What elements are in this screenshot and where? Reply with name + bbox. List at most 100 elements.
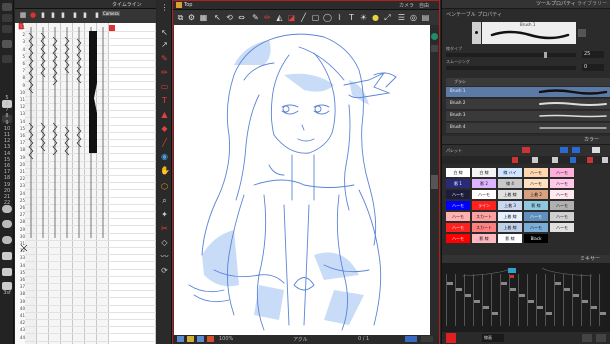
column-icon[interactable]: ▮ (71, 11, 79, 19)
step-icon[interactable] (2, 236, 12, 244)
width-slider[interactable] (446, 52, 576, 58)
text-tool-icon[interactable]: T (347, 13, 356, 22)
brush-preset-row[interactable]: Brush 4 (446, 123, 610, 134)
brush-icon[interactable]: ✎ (160, 54, 169, 63)
brush-dot[interactable] (472, 22, 481, 44)
smoothing-slider[interactable] (446, 66, 576, 70)
camera-column-header[interactable]: Camera (102, 11, 120, 16)
camera-toggle-icon[interactable] (431, 33, 438, 40)
onion-icon[interactable] (187, 336, 194, 342)
mixer-tab[interactable]: ミキサー (580, 255, 600, 264)
transform-view-icon[interactable]: ⤢ (383, 13, 392, 22)
line-icon[interactable]: ╱ (160, 138, 169, 147)
column-icon[interactable]: ▮ (93, 11, 101, 19)
colour-swatch[interactable]: 上着 2 (524, 190, 548, 199)
colour-swatch[interactable]: 上着 3 (498, 201, 522, 210)
pencil-icon[interactable]: ✏ (263, 13, 272, 22)
brush-list-header[interactable]: ブラシ (446, 78, 610, 86)
view-tab-label[interactable]: Top (184, 2, 192, 8)
hand-icon[interactable]: ✋ (160, 166, 170, 175)
ink-icon[interactable]: ◆ (160, 124, 169, 133)
transform-icon[interactable]: ⬡ (160, 182, 169, 191)
polyline-icon[interactable]: ⌇ (335, 13, 344, 22)
colour-swatch[interactable]: スカート (472, 212, 496, 221)
colour-swatch[interactable]: 線 ハイ (498, 168, 522, 177)
fill-icon[interactable]: ◭ (275, 13, 284, 22)
colour-swatch[interactable]: 影 線 (524, 201, 548, 210)
line-icon[interactable]: ╱ (299, 13, 308, 22)
current-colour-swatch[interactable] (446, 333, 456, 343)
colour-swatch[interactable]: ハーモ (524, 179, 548, 188)
settings-icon[interactable] (431, 45, 438, 52)
tool-properties-tab[interactable]: ツールプロパティ (536, 0, 576, 9)
colour-swatch[interactable]: ハーモ (446, 234, 470, 243)
colour-swatch[interactable]: ハーモ (472, 190, 496, 199)
colour-tab[interactable]: カラー (584, 136, 599, 145)
pencil-icon[interactable]: ✏ (160, 68, 169, 77)
drop-icon[interactable] (2, 252, 12, 260)
menu-icon[interactable] (2, 3, 12, 11)
colour-swatch[interactable]: 影 2 (472, 179, 496, 188)
palette-red-icon[interactable] (522, 147, 530, 153)
brush-options-icon[interactable] (578, 29, 586, 37)
perspective-icon[interactable]: ◇ (160, 238, 169, 247)
colour-swatch[interactable]: 影 線 (472, 234, 496, 243)
pause-icon[interactable] (2, 220, 12, 228)
shape-icon[interactable]: ▢ (311, 13, 320, 22)
brush-preview[interactable]: Brush 1 (482, 22, 576, 44)
mixer-option-icon[interactable] (596, 334, 606, 342)
colour-swatch[interactable]: 影 線 (498, 234, 522, 243)
cutter-icon[interactable]: ✂ (160, 224, 169, 233)
colour-swatch[interactable]: ハーモ (550, 190, 574, 199)
colour-swatch[interactable]: Black (524, 234, 548, 243)
colour-swatch[interactable]: スカート (472, 223, 496, 232)
swatch-tool-icon[interactable] (552, 157, 558, 163)
layer-name-field[interactable]: 線画 (482, 334, 504, 342)
pen-toggle-icon[interactable] (207, 336, 214, 342)
camera-tab[interactable]: カメラ (399, 2, 414, 9)
colour-swatch[interactable]: ハーモ (550, 223, 574, 232)
loop-icon[interactable] (2, 55, 12, 63)
rotate-view-icon[interactable]: ⟲ (225, 13, 234, 22)
drawing-canvas[interactable] (174, 25, 430, 335)
view-options-icon[interactable]: ▤ (421, 13, 430, 22)
drawing-view-button[interactable] (421, 336, 433, 342)
colour-swatch[interactable]: ハーモ (524, 168, 548, 177)
record-icon[interactable]: ● (29, 11, 37, 19)
colour-swatch[interactable]: 白 線 (446, 168, 470, 177)
column-icon[interactable]: ▮ (39, 11, 47, 19)
swatch-tool-icon[interactable] (602, 157, 608, 163)
select-arrow-icon[interactable]: ↖ (160, 28, 169, 37)
swatch-tool-icon[interactable] (570, 157, 576, 163)
colour-swatch[interactable]: ハーモ (524, 212, 548, 221)
stop-icon[interactable] (2, 25, 12, 33)
mixer-option-icon[interactable] (582, 334, 592, 342)
view-mode-icon[interactable] (177, 336, 184, 342)
width-value[interactable]: 25 (582, 51, 604, 58)
expand-icon[interactable]: ⋮ (160, 3, 169, 12)
brush-preset-row[interactable]: Brush 3 (446, 111, 610, 122)
text-icon[interactable]: T (160, 96, 169, 105)
camera-view-button[interactable] (405, 336, 417, 342)
palette-remove-icon[interactable] (572, 147, 580, 153)
swatch-tool-icon[interactable] (587, 157, 593, 163)
swatch-tool-icon[interactable] (532, 157, 538, 163)
onion-icon[interactable]: ◎ (409, 13, 418, 22)
colour-swatch[interactable]: ハーモ (550, 212, 574, 221)
rotate-icon[interactable]: ⟳ (160, 266, 169, 275)
smoothing-value[interactable]: 0 (582, 64, 604, 71)
column-icon[interactable]: ▮ (81, 11, 89, 19)
column-icon[interactable]: ▮ (49, 11, 57, 19)
bulb-icon[interactable]: ☀ (359, 13, 368, 22)
collapse-icon[interactable] (431, 175, 438, 189)
stroke-icon[interactable]: 〰 (160, 252, 169, 261)
flag-icon[interactable] (2, 268, 12, 276)
column-icon[interactable]: ▮ (59, 11, 67, 19)
library-tab[interactable]: ライブラリー (577, 0, 607, 9)
colour-swatch[interactable]: ハーモ (550, 201, 574, 210)
colour-swatch[interactable]: ライン (472, 201, 496, 210)
colour-swatch[interactable]: 線 4 (498, 179, 522, 188)
zoom-level[interactable]: 100% (219, 336, 233, 342)
free-tab[interactable]: 自由 (419, 2, 429, 9)
settings-icon[interactable]: ⚙ (187, 13, 196, 22)
